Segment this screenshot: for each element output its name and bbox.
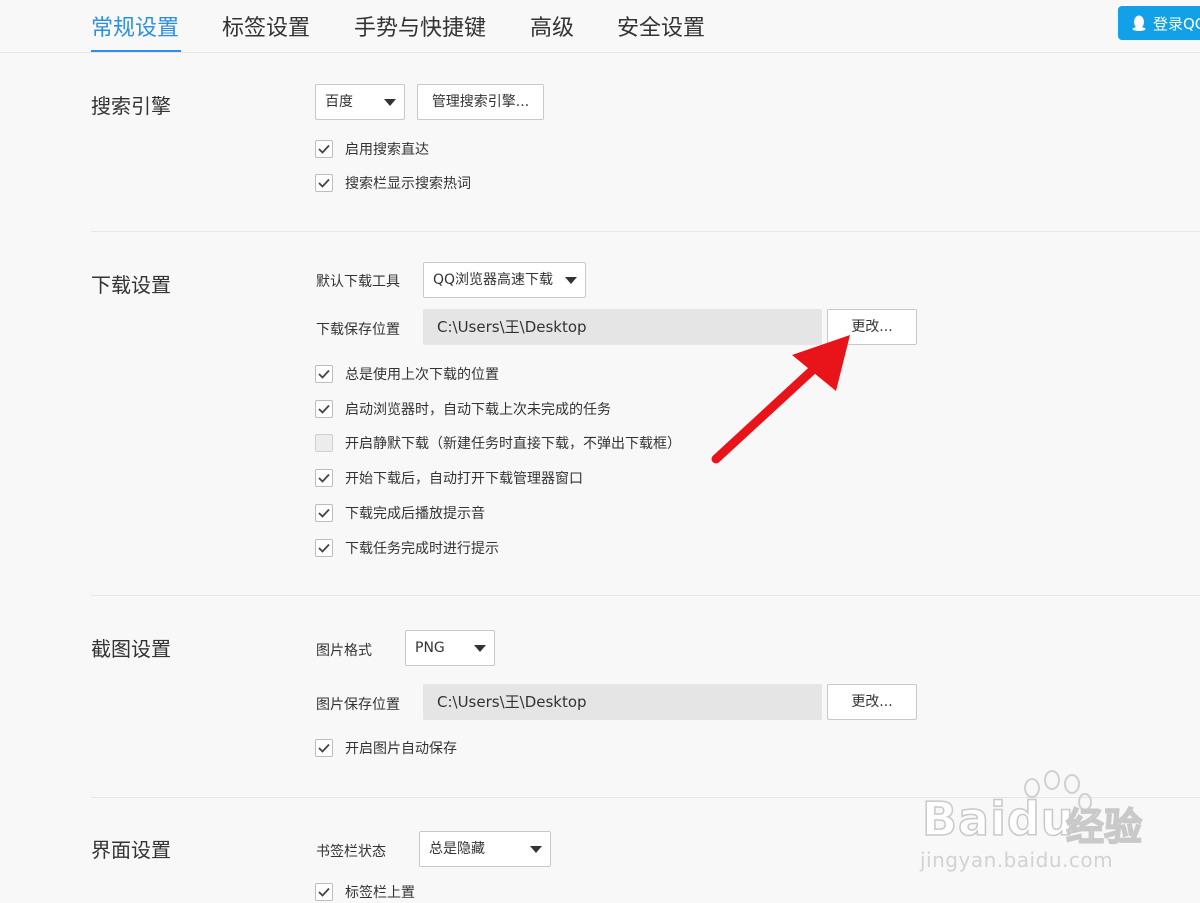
checkbox[interactable]	[315, 883, 333, 901]
checkbox-label: 下载任务完成时进行提示	[345, 541, 499, 557]
watermark-brand-text: Baidu	[921, 791, 1075, 847]
section-divider	[91, 231, 1200, 232]
bookmark-bar-value: 总是隐藏	[429, 841, 485, 857]
section-title-search-engine: 搜索引擎	[91, 94, 171, 118]
tab-general-settings[interactable]: 常规设置	[91, 10, 179, 42]
tab-tab-settings[interactable]: 标签设置	[222, 10, 310, 42]
image-path-field: C:\Users\王\Desktop	[423, 684, 822, 720]
section-divider	[91, 595, 1200, 596]
checkbox-label: 启用搜索直达	[345, 142, 429, 158]
checkbox-label: 启动浏览器时，自动下载上次未完成的任务	[345, 402, 611, 418]
login-button-label: 登录QQ	[1153, 14, 1200, 33]
default-download-tool-label: 默认下载工具	[316, 274, 400, 290]
checkmark-icon	[318, 144, 330, 154]
bookmark-bar-select[interactable]: 总是隐藏	[419, 831, 551, 867]
section-title-screenshot: 截图设置	[91, 637, 171, 661]
image-format-value: PNG	[415, 640, 445, 656]
checkbox[interactable]	[315, 469, 333, 487]
checkbox-label: 开始下载后，自动打开下载管理器窗口	[345, 471, 583, 487]
tab-gestures-shortcuts[interactable]: 手势与快捷键	[354, 10, 486, 42]
watermark-jingyan-text: 经验	[1065, 804, 1143, 850]
bookmark-bar-label: 书签栏状态	[316, 844, 386, 860]
checkmark-icon	[318, 887, 330, 897]
checkbox-label: 下载完成后播放提示音	[345, 506, 485, 522]
checkbox[interactable]	[315, 434, 333, 452]
download-tool-value: QQ浏览器高速下载	[433, 272, 554, 288]
checkbox-label: 标签栏上置	[345, 885, 415, 901]
image-format-select[interactable]: PNG	[405, 630, 495, 666]
manage-search-engines-button[interactable]: 管理搜索引擎...	[417, 84, 544, 120]
dropdown-caret-icon	[565, 277, 577, 284]
checkbox-label: 总是使用上次下载的位置	[345, 367, 499, 383]
tab-advanced[interactable]: 高级	[530, 10, 574, 42]
checkmark-icon	[318, 473, 330, 483]
dropdown-caret-icon	[474, 645, 486, 652]
option-auto-save-image[interactable]: 开启图片自动保存	[315, 737, 457, 759]
checkbox[interactable]	[315, 365, 333, 383]
option-notify-complete[interactable]: 下载任务完成时进行提示	[315, 537, 499, 559]
section-title-interface: 界面设置	[91, 838, 171, 862]
checkbox[interactable]	[315, 400, 333, 418]
dropdown-caret-icon	[530, 846, 542, 853]
dropdown-caret-icon	[384, 99, 396, 106]
search-engine-select[interactable]: 百度	[315, 84, 405, 120]
baidu-jingyan-watermark: Baidu 经验 jingyan.baidu.com	[918, 770, 1148, 880]
checkmark-icon	[318, 369, 330, 379]
image-path-label: 图片保存位置	[316, 697, 400, 713]
checkbox[interactable]	[315, 140, 333, 158]
checkmark-icon	[318, 178, 330, 188]
option-silent-download[interactable]: 开启静默下载（新建任务时直接下载，不弹出下载框）	[315, 432, 681, 454]
checkbox-label: 开启图片自动保存	[345, 741, 457, 757]
tab-security-settings[interactable]: 安全设置	[617, 10, 705, 42]
search-engine-value: 百度	[325, 94, 353, 110]
option-resume-unfinished[interactable]: 启动浏览器时，自动下载上次未完成的任务	[315, 398, 611, 420]
option-show-hot-words[interactable]: 搜索栏显示搜索热词	[315, 172, 471, 194]
settings-tab-bar: 常规设置 标签设置 手势与快捷键 高级 安全设置 登录QQ	[0, 0, 1200, 53]
option-use-last-location[interactable]: 总是使用上次下载的位置	[315, 363, 499, 385]
download-tool-select[interactable]: QQ浏览器高速下载	[423, 262, 586, 298]
checkmark-icon	[318, 508, 330, 518]
checkbox[interactable]	[315, 539, 333, 557]
red-arrow-icon	[711, 335, 850, 464]
checkmark-icon	[318, 743, 330, 753]
checkbox[interactable]	[315, 174, 333, 192]
checkmark-icon	[318, 404, 330, 414]
download-path-label: 下载保存位置	[316, 322, 400, 338]
option-open-download-manager[interactable]: 开始下载后，自动打开下载管理器窗口	[315, 467, 583, 489]
login-qq-button[interactable]: 登录QQ	[1118, 6, 1200, 40]
checkbox-label: 搜索栏显示搜索热词	[345, 176, 471, 192]
watermark-url-text: jingyan.baidu.com	[920, 848, 1114, 872]
image-format-label: 图片格式	[316, 643, 372, 659]
active-tab-indicator	[91, 50, 181, 52]
change-image-path-button[interactable]: 更改...	[827, 684, 917, 720]
checkbox-label: 开启静默下载（新建任务时直接下载，不弹出下载框）	[345, 436, 681, 452]
option-enable-search-direct[interactable]: 启用搜索直达	[315, 138, 429, 160]
option-play-sound[interactable]: 下载完成后播放提示音	[315, 502, 485, 524]
qq-penguin-icon	[1132, 15, 1146, 31]
checkbox[interactable]	[315, 504, 333, 522]
checkbox[interactable]	[315, 739, 333, 757]
section-title-download: 下载设置	[91, 273, 171, 297]
checkmark-icon	[318, 543, 330, 553]
